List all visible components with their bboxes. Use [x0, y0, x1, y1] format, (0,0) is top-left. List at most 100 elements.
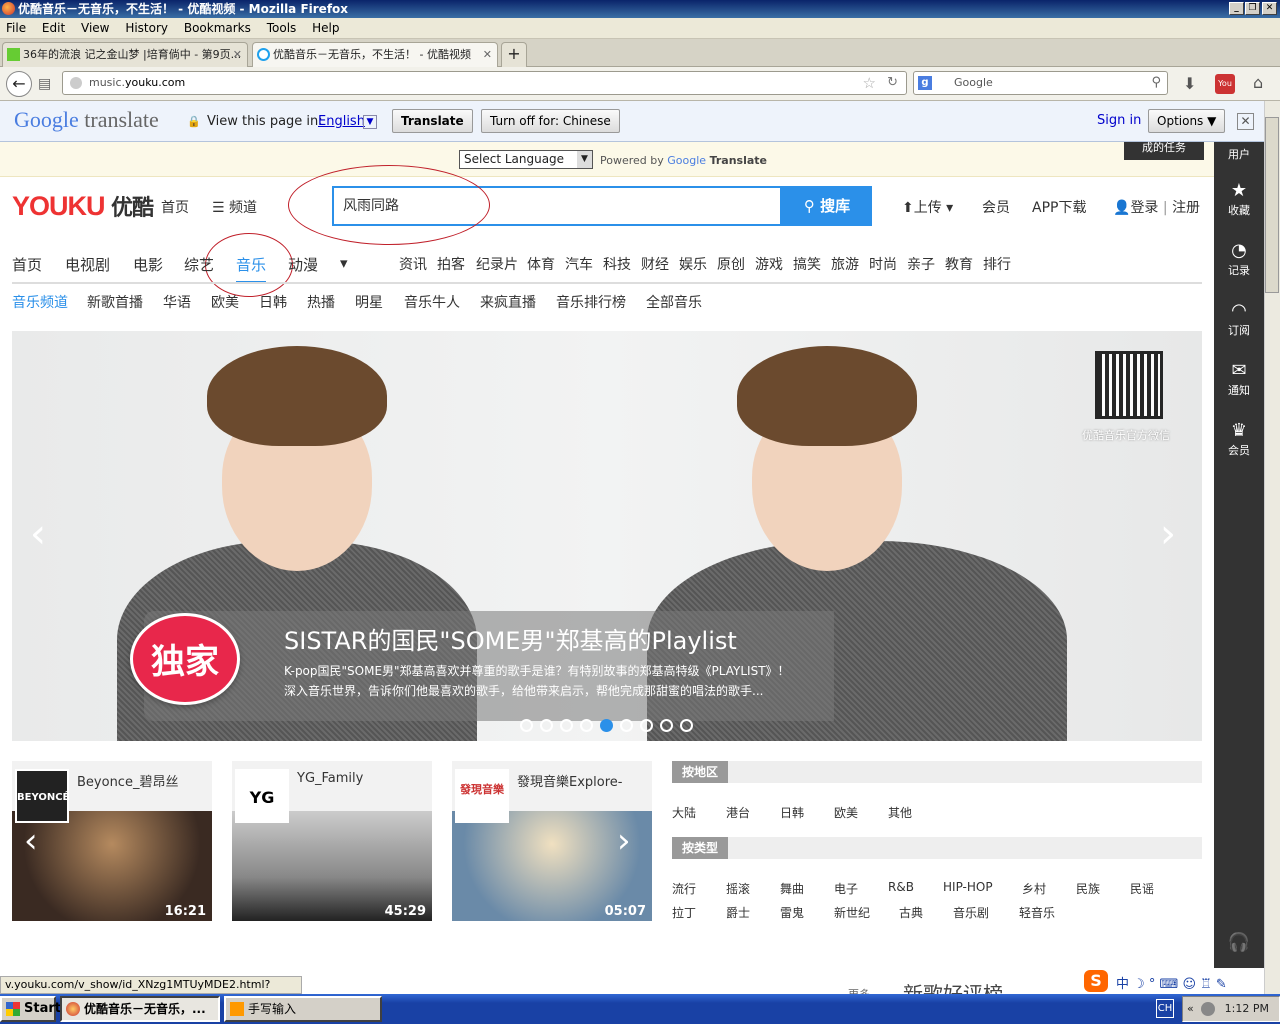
- genre-musical[interactable]: 音乐剧: [953, 904, 989, 921]
- genre-reggae[interactable]: 雷鬼: [780, 904, 804, 921]
- options-button[interactable]: Options ▼: [1148, 109, 1226, 133]
- youku-search-button[interactable]: ⚲ 搜库: [782, 186, 872, 226]
- genre-pop[interactable]: 流行: [672, 880, 696, 897]
- menu-bookmarks[interactable]: Bookmarks: [178, 18, 257, 35]
- member-link[interactable]: 会员: [982, 197, 1010, 217]
- upload-button[interactable]: ⬆上传 ▾: [902, 197, 953, 217]
- nav-parenting[interactable]: 亲子: [907, 254, 935, 274]
- region-jp-kr[interactable]: 日韩: [780, 804, 804, 821]
- nav-fashion[interactable]: 时尚: [869, 254, 897, 274]
- nav-ent[interactable]: 娱乐: [679, 254, 707, 274]
- taskbar-handwriting[interactable]: 手写输入: [224, 996, 382, 1022]
- new-tab-button[interactable]: +: [501, 42, 527, 67]
- back-arrow-icon[interactable]: ←: [6, 71, 32, 97]
- subnav-chinese[interactable]: 华语: [163, 292, 191, 312]
- vip-item[interactable]: ♛ 会员: [1214, 420, 1264, 458]
- tray-expand-icon[interactable]: «: [1187, 997, 1194, 1021]
- subnav-music-channel[interactable]: 音乐频道: [12, 292, 68, 312]
- turn-off-button[interactable]: Turn off for: Chinese: [481, 109, 620, 133]
- headset-item[interactable]: 🎧: [1214, 932, 1264, 954]
- menu-file[interactable]: File: [0, 18, 32, 35]
- tray-app-icon[interactable]: [1201, 1002, 1215, 1016]
- nav-documentary[interactable]: 纪录片: [476, 254, 518, 274]
- more-link[interactable]: 更多: [848, 986, 870, 994]
- nav-ranking[interactable]: 排行: [983, 254, 1011, 274]
- genre-electronic[interactable]: 电子: [834, 880, 858, 897]
- carousel-dot-active[interactable]: [600, 719, 613, 732]
- region-hk-tw[interactable]: 港台: [726, 804, 750, 821]
- genre-folk[interactable]: 民谣: [1130, 880, 1154, 897]
- genre-ethnic[interactable]: 民族: [1076, 880, 1100, 897]
- menu-edit[interactable]: Edit: [36, 18, 71, 35]
- nav-anime[interactable]: 动漫: [288, 254, 318, 275]
- nav-auto[interactable]: 汽车: [565, 254, 593, 274]
- home-icon[interactable]: ⌂: [1253, 73, 1263, 92]
- nav-home[interactable]: 首页: [12, 254, 42, 275]
- minimize-button[interactable]: _: [1229, 2, 1244, 15]
- nav-original[interactable]: 原创: [717, 254, 745, 274]
- carousel-dot[interactable]: [520, 719, 533, 732]
- genre-dance[interactable]: 舞曲: [780, 880, 804, 897]
- language-link[interactable]: English: [318, 114, 365, 129]
- genre-newage[interactable]: 新世纪: [834, 904, 870, 921]
- region-other[interactable]: 其他: [888, 804, 912, 821]
- region-mainland[interactable]: 大陆: [672, 804, 696, 821]
- bookmark-star-icon[interactable]: ☆: [863, 72, 876, 94]
- magnifier-icon[interactable]: ⚲: [1151, 72, 1161, 94]
- genre-latin[interactable]: 拉丁: [672, 904, 696, 921]
- google-engine-icon[interactable]: g: [918, 76, 932, 90]
- header-home-link[interactable]: 首页: [161, 197, 189, 217]
- nav-tech[interactable]: 科技: [603, 254, 631, 274]
- url-bar[interactable]: music.youku.com ☆ ↻: [62, 71, 907, 95]
- genre-jazz[interactable]: 爵士: [726, 904, 750, 921]
- youku-logo[interactable]: YOUKU 优酷: [12, 190, 154, 222]
- menu-help[interactable]: Help: [306, 18, 345, 35]
- nav-music[interactable]: 音乐: [236, 254, 267, 284]
- subnav-talents[interactable]: 音乐牛人: [404, 292, 460, 312]
- banner-title[interactable]: SISTAR的国民"SOME男"郑基高的Playlist: [284, 621, 737, 656]
- nav-finance[interactable]: 财经: [641, 254, 669, 274]
- channels-menu[interactable]: ☰ 频道: [212, 197, 257, 217]
- genre-classical[interactable]: 古典: [899, 904, 923, 921]
- site-identity-icon[interactable]: [70, 77, 82, 89]
- nav-tv[interactable]: 电视剧: [65, 254, 110, 275]
- close-tab-icon[interactable]: ✕: [233, 43, 242, 67]
- artist-card-beyonce[interactable]: BEYONCÉ Beyonce_碧昂丝 ‹ 16:21: [12, 761, 212, 921]
- genre-light[interactable]: 轻音乐: [1019, 904, 1055, 921]
- subnav-all-music[interactable]: 全部音乐: [646, 292, 702, 312]
- close-tab-icon[interactable]: ✕: [483, 43, 492, 67]
- subnav-western[interactable]: 欧美: [211, 292, 239, 312]
- artist-name[interactable]: YG_Family: [297, 771, 363, 786]
- youtube-icon[interactable]: You: [1215, 74, 1235, 94]
- hero-banner[interactable]: 优酷音乐官方微信 独家 SISTAR的国民"SOME男"郑基高的Playlist…: [12, 331, 1202, 741]
- scrollbar-thumb[interactable]: [1265, 117, 1279, 293]
- carousel-dot[interactable]: [680, 719, 693, 732]
- banner-next-arrow-icon[interactable]: ›: [1160, 511, 1176, 557]
- carousel-dot[interactable]: [660, 719, 673, 732]
- ime-tools-icon[interactable]: 中 ☽ ° ⌨ ☺ ♖ ✎: [1116, 973, 1227, 992]
- start-button[interactable]: Start: [0, 996, 61, 1022]
- download-arrow-icon[interactable]: ⬇: [1183, 74, 1196, 93]
- carousel-dot[interactable]: [580, 719, 593, 732]
- reload-icon[interactable]: ↻: [887, 72, 898, 94]
- language-dropdown-icon[interactable]: ▼: [363, 115, 377, 129]
- genre-hiphop[interactable]: HIP-HOP: [943, 880, 993, 894]
- nav-paike[interactable]: 拍客: [437, 254, 465, 274]
- subscribe-item[interactable]: ◠ 订阅: [1214, 300, 1264, 338]
- genre-rnb[interactable]: R&B: [888, 880, 914, 894]
- subnav-new-songs[interactable]: 新歌首播: [87, 292, 143, 312]
- close-translate-icon[interactable]: ✕: [1237, 113, 1254, 130]
- subnav-jpkr[interactable]: 日韩: [259, 292, 287, 312]
- select-language-dropdown[interactable]: Select Language ▼: [459, 150, 593, 169]
- menu-history[interactable]: History: [119, 18, 174, 35]
- nav-movie[interactable]: 电影: [133, 254, 163, 275]
- nav-all[interactable]: 全部 ▾: [340, 254, 370, 528]
- genre-rock[interactable]: 摇滚: [726, 880, 750, 897]
- artist-card-yg[interactable]: YG YG_Family 45:29: [232, 761, 432, 921]
- tab-2[interactable]: 优酷音乐－无音乐，不生活！ - 优酷视频 ✕: [252, 42, 498, 67]
- user-item[interactable]: 用户: [1214, 146, 1264, 162]
- carousel-dot[interactable]: [560, 719, 573, 732]
- sign-in-link[interactable]: Sign in: [1097, 113, 1141, 128]
- subnav-stars[interactable]: 明星: [355, 292, 383, 312]
- nav-games[interactable]: 游戏: [755, 254, 783, 274]
